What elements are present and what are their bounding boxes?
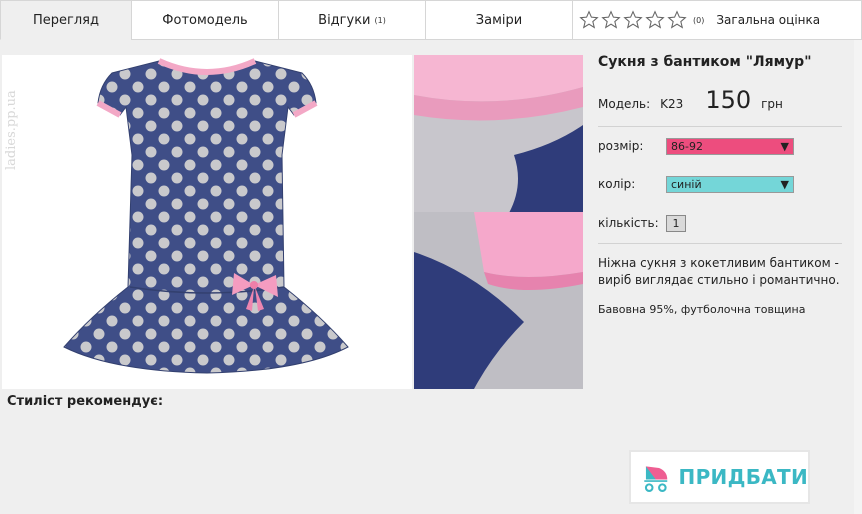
tab-measurements[interactable]: Заміри xyxy=(425,0,573,40)
product-detail-photo-collar[interactable] xyxy=(414,55,583,213)
currency: грн xyxy=(761,97,783,111)
fabric-detail-image xyxy=(414,55,583,213)
product-main-photo[interactable] xyxy=(2,55,412,389)
size-label: розмір: xyxy=(598,139,644,153)
price: 150 xyxy=(705,86,752,114)
stroller-icon xyxy=(644,466,668,492)
divider xyxy=(598,243,842,244)
buy-button-label: ПРИДБАТИ xyxy=(678,465,808,489)
dropdown-arrow-icon: ▼ xyxy=(780,177,789,191)
model-code: K23 xyxy=(660,97,684,111)
watermark: ladies.pp.ua xyxy=(4,90,19,170)
size-value: 86-92 xyxy=(671,139,703,153)
tab-measurements-label: Заміри xyxy=(475,12,523,28)
rating-label: Загальна оцінка xyxy=(716,13,821,27)
dress-image xyxy=(63,58,349,374)
star-icon[interactable] xyxy=(645,10,665,30)
tab-photomodel[interactable]: Фотомодель xyxy=(131,0,279,40)
tab-overview-label: Перегляд xyxy=(33,12,99,28)
color-select[interactable]: синій ▼ xyxy=(666,175,794,193)
color-label: колір: xyxy=(598,177,636,191)
model-label: Модель: xyxy=(598,97,651,111)
divider xyxy=(598,126,842,127)
quantity-label: кількість: xyxy=(598,216,659,230)
tab-reviews-count: (1) xyxy=(374,15,386,25)
quantity-row: кількість: 1 xyxy=(598,213,842,233)
rating-stars[interactable] xyxy=(579,10,689,30)
scrollbar[interactable] xyxy=(854,40,862,514)
fabric-detail-image xyxy=(414,212,583,389)
product-description: Ніжна сукня з кокетливим бантиком - вирі… xyxy=(598,256,840,287)
color-row: колір: синій ▼ xyxy=(598,174,842,194)
star-icon[interactable] xyxy=(579,10,599,30)
tab-overview[interactable]: Перегляд xyxy=(0,0,132,40)
tab-reviews[interactable]: Відгуки (1) xyxy=(278,0,426,40)
size-select[interactable]: 86-92 ▼ xyxy=(666,137,794,155)
quantity-input[interactable]: 1 xyxy=(666,214,686,232)
buy-button[interactable]: ПРИДБАТИ xyxy=(629,450,810,504)
model-price-row: Модель: K23 150 грн xyxy=(598,86,842,114)
tab-bar: Перегляд Фотомодель Відгуки (1) Заміри (0… xyxy=(0,0,862,40)
rating-count: (0) xyxy=(693,15,705,25)
product-title: Сукня з бантиком "Лямур" xyxy=(598,54,812,70)
color-value: синій xyxy=(671,177,702,191)
tab-rating[interactable]: (0) Загальна оцінка xyxy=(572,0,862,40)
product-composition: Бавовна 95%, футболочна товщина xyxy=(598,303,806,316)
size-row: розмір: 86-92 ▼ xyxy=(598,136,842,156)
stylist-heading: Стиліст рекомендує: xyxy=(7,394,164,409)
star-icon[interactable] xyxy=(601,10,621,30)
product-detail-photo-hem[interactable] xyxy=(414,212,583,389)
dropdown-arrow-icon: ▼ xyxy=(780,139,789,153)
tab-photomodel-label: Фотомодель xyxy=(162,12,248,28)
product-info: Сукня з бантиком "Лямур" Модель: K23 150… xyxy=(598,52,842,316)
star-icon[interactable] xyxy=(667,10,687,30)
star-icon[interactable] xyxy=(623,10,643,30)
tab-reviews-label: Відгуки xyxy=(318,12,371,28)
